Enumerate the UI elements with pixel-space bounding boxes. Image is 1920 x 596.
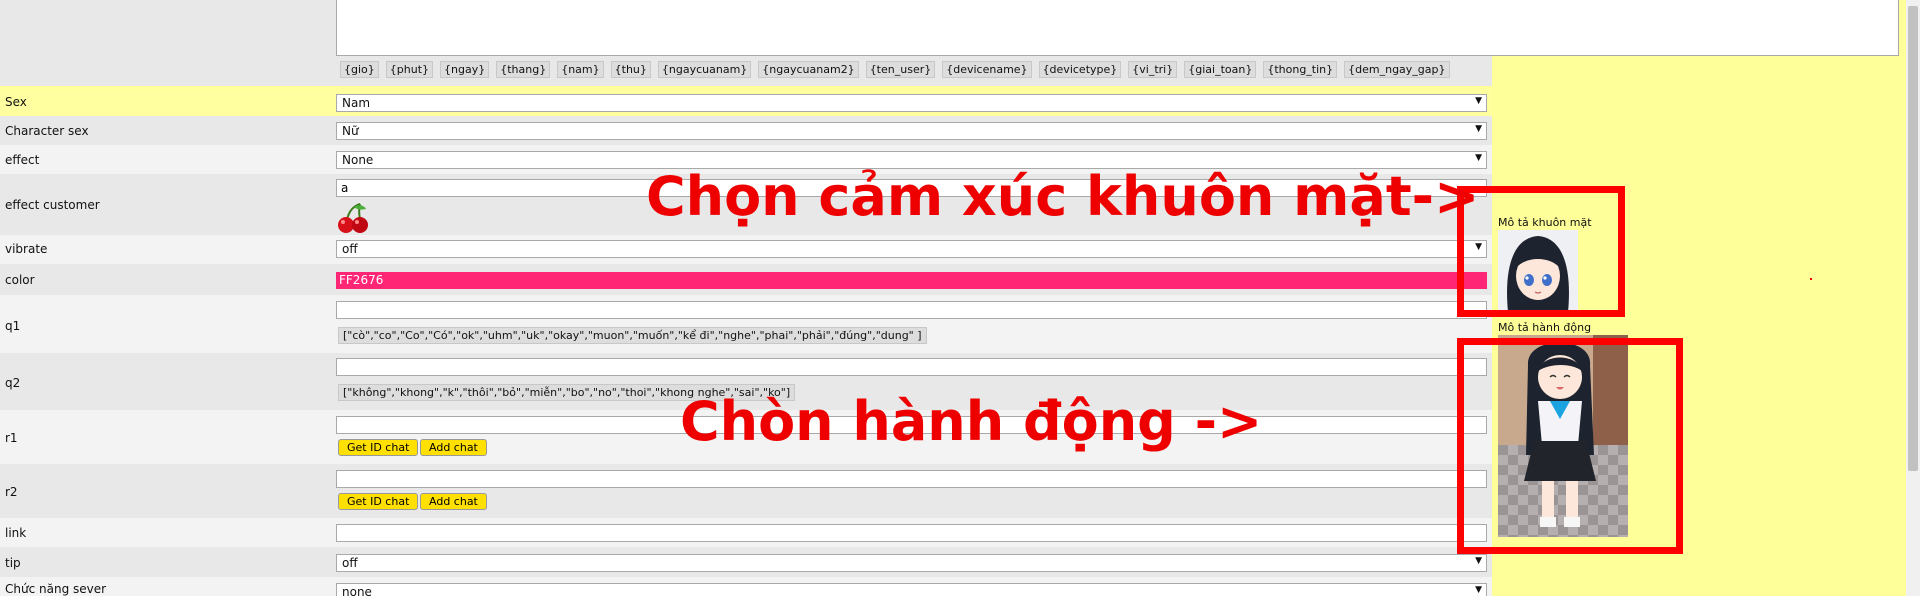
sex-label: Sex	[5, 95, 27, 109]
r1-add-chat-button[interactable]: Add chat	[420, 439, 487, 456]
row-character-sex: Character sex Nữ ▼	[0, 116, 1492, 145]
token-tag: {devicename}	[942, 61, 1032, 78]
row-r2: r2 Get ID chat Add chat	[0, 464, 1492, 518]
row-link: link	[0, 518, 1492, 547]
row-q1: q1 ["cò","co","Co","Có","ok","uhm","uk",…	[0, 295, 1492, 353]
token-tag: {thong_tin}	[1263, 61, 1338, 78]
token-tag: {thu}	[610, 61, 651, 78]
chevron-down-icon: ▼	[1475, 556, 1482, 566]
message-textarea[interactable]	[336, 0, 1899, 56]
token-tag: {ngaycuanam}	[657, 61, 752, 78]
server-label: Chức năng sever	[5, 582, 107, 596]
r1-get-id-chat-button[interactable]: Get ID chat	[338, 439, 419, 456]
face-annotation-text: Chọn cảm xúc khuôn mặt->	[646, 165, 1480, 228]
q2-input[interactable]	[336, 358, 1487, 376]
q1-label: q1	[5, 319, 21, 333]
row-server: Chức năng sever none ▼	[0, 577, 1492, 596]
vibrate-value: off	[342, 242, 358, 256]
color-label: color	[5, 273, 35, 287]
tip-select[interactable]: off ▼	[336, 554, 1487, 572]
effect-label: effect	[5, 153, 40, 167]
row-sex: Sex Nam ▼	[0, 89, 1492, 116]
action-description-label: Mô tả hành động	[1498, 321, 1592, 334]
vibrate-select[interactable]: off ▼	[336, 240, 1487, 258]
settings-page: {gio} {phut} {ngay} {thang} {nam} {thu} {ngayc…	[0, 0, 1906, 596]
face-highlight-box	[1457, 186, 1625, 317]
token-tag: {dem_ngay_gap}	[1344, 61, 1450, 78]
sex-value: Nam	[342, 96, 371, 110]
tip-label: tip	[5, 556, 21, 570]
token-tag: {vi_tri}	[1128, 61, 1178, 78]
r1-label: r1	[5, 431, 18, 445]
token-list: {gio} {phut} {ngay} {thang} {nam} {thu} {ngayc…	[340, 61, 1457, 78]
character-sex-label: Character sex	[5, 124, 89, 138]
token-tag: {phut}	[385, 61, 434, 78]
r2-get-id-chat-button[interactable]: Get ID chat	[338, 493, 419, 510]
cherry-icon	[338, 203, 368, 233]
chevron-down-icon: ▼	[1475, 585, 1482, 595]
chevron-down-icon: ▼	[1475, 153, 1482, 163]
link-input[interactable]	[336, 524, 1487, 542]
effect-customer-label: effect customer	[5, 198, 100, 212]
color-input[interactable]: FF2676	[336, 272, 1487, 289]
token-tag: {gio}	[340, 61, 379, 78]
q1-input[interactable]	[336, 301, 1487, 319]
character-sex-value: Nữ	[342, 124, 359, 138]
row-vibrate: vibrate off ▼	[0, 235, 1492, 264]
chevron-down-icon: ▼	[1475, 96, 1482, 106]
row-tip: tip off ▼	[0, 547, 1492, 577]
token-tag: {giai_toan}	[1184, 61, 1257, 78]
vibrate-label: vibrate	[5, 242, 48, 256]
r2-label: r2	[5, 485, 18, 499]
row-color: color FF2676	[0, 264, 1492, 295]
action-annotation-text: Chòn hành động ->	[680, 390, 1263, 453]
token-tag: {devicetype}	[1038, 61, 1122, 78]
sex-select[interactable]: Nam ▼	[336, 94, 1487, 112]
r2-add-chat-button[interactable]: Add chat	[420, 493, 487, 510]
server-value: none	[342, 585, 372, 596]
action-highlight-box	[1457, 338, 1683, 554]
scrollbar-thumb[interactable]	[1908, 6, 1918, 471]
character-sex-select[interactable]: Nữ ▼	[336, 122, 1487, 140]
q2-label: q2	[5, 376, 21, 390]
token-tag: {ngay}	[440, 61, 490, 78]
token-tag: {ten_user}	[865, 61, 936, 78]
token-tag: {nam}	[557, 61, 604, 78]
effect-value: None	[342, 153, 374, 167]
q1-hint: ["cò","co","Co","Có","ok","uhm","uk","ok…	[338, 327, 927, 344]
token-tag: {thang}	[496, 61, 551, 78]
vertical-scrollbar[interactable]	[1906, 0, 1920, 596]
token-tag: {ngaycuanam2}	[758, 61, 859, 78]
server-select[interactable]: none ▼	[336, 583, 1487, 596]
tip-value: off	[342, 556, 358, 570]
r2-input[interactable]	[336, 470, 1487, 488]
red-dot-mark	[1810, 278, 1812, 280]
chevron-down-icon: ▼	[1475, 124, 1482, 134]
link-label: link	[5, 526, 27, 540]
